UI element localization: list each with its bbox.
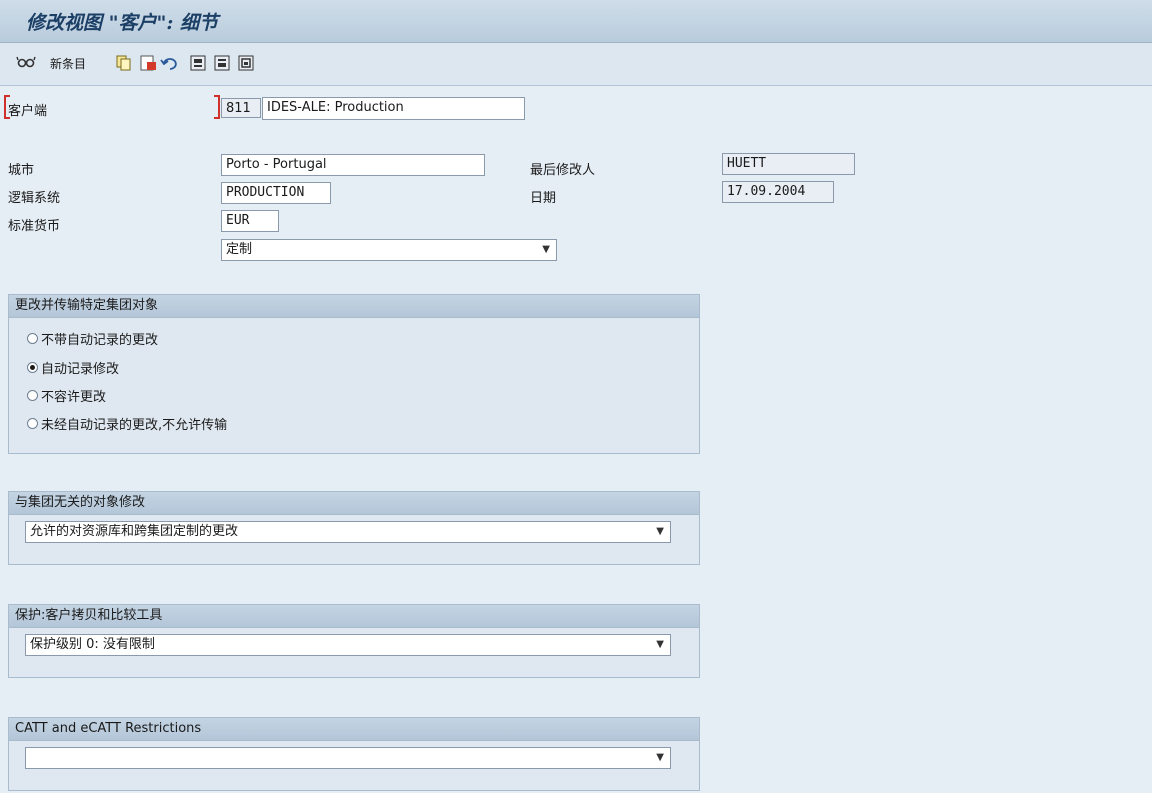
logical-system-label: 逻辑系统 xyxy=(8,191,61,206)
radio-label: 自动记录修改 xyxy=(41,362,120,377)
changes-transports-group: 更改并传输特定集团对象 不带自动记录的更改 自动记录修改 不容许更改 未经自动记… xyxy=(8,294,700,454)
date-label: 日期 xyxy=(530,191,557,206)
cross-client-select[interactable]: 允许的对资源库和跨集团定制的更改 ▼ xyxy=(25,521,671,543)
cross-client-group: 与集团无关的对象修改 允许的对资源库和跨集团定制的更改 ▼ xyxy=(8,491,700,565)
city-field[interactable]: Porto - Portugal xyxy=(221,154,485,176)
chevron-down-icon: ▼ xyxy=(656,526,664,537)
radio-label: 不容许更改 xyxy=(41,390,107,405)
currency-label: 标准货币 xyxy=(8,219,61,234)
radio-option-1[interactable]: 自动记录修改 xyxy=(27,358,119,377)
currency-field[interactable]: EUR xyxy=(221,210,279,232)
radio-button[interactable] xyxy=(27,333,38,344)
catt-select[interactable]: ▼ xyxy=(25,747,671,769)
chevron-down-icon: ▼ xyxy=(656,639,664,650)
protection-select[interactable]: 保护级别 0: 没有限制 ▼ xyxy=(25,634,671,656)
delete-icon[interactable] xyxy=(138,53,158,73)
logical-system-field[interactable]: PRODUCTION xyxy=(221,182,331,204)
protection-value: 保护级别 0: 没有限制 xyxy=(30,637,155,652)
edit-glasses-icon[interactable] xyxy=(16,53,36,73)
client-label: 客户端 xyxy=(8,104,48,119)
client-name-field[interactable]: IDES-ALE: Production xyxy=(262,97,525,120)
catt-group: CATT and eCATT Restrictions ▼ xyxy=(8,717,700,791)
radio-label: 未经自动记录的更改,不允许传输 xyxy=(41,418,228,433)
required-marker-right xyxy=(214,95,220,119)
last-changed-by-label: 最后修改人 xyxy=(530,163,596,178)
changes-transports-title: 更改并传输特定集团对象 xyxy=(9,295,699,318)
radio-button[interactable] xyxy=(27,418,38,429)
catt-title: CATT and eCATT Restrictions xyxy=(9,718,699,741)
radio-option-2[interactable]: 不容许更改 xyxy=(27,386,106,405)
first-page-icon[interactable] xyxy=(188,53,208,73)
client-role-select[interactable]: 定制 ▼ xyxy=(221,239,557,261)
radio-option-3[interactable]: 未经自动记录的更改,不允许传输 xyxy=(27,414,227,433)
prev-page-icon[interactable] xyxy=(212,53,232,73)
chevron-down-icon: ▼ xyxy=(656,752,664,763)
radio-button[interactable] xyxy=(27,390,38,401)
client-number-field[interactable]: 811 xyxy=(221,98,261,118)
last-changed-by-field: HUETT xyxy=(722,153,855,175)
date-field: 17.09.2004 xyxy=(722,181,834,203)
title-bar: 修改视图 "客户": 细节 xyxy=(0,0,1152,43)
chevron-down-icon: ▼ xyxy=(542,244,550,255)
radio-label: 不带自动记录的更改 xyxy=(41,333,159,348)
page-title: 修改视图 "客户": 细节 xyxy=(26,12,219,34)
protection-title: 保护:客户拷贝和比较工具 xyxy=(9,605,699,628)
protection-group: 保护:客户拷贝和比较工具 保护级别 0: 没有限制 ▼ xyxy=(8,604,700,678)
client-role-value: 定制 xyxy=(226,242,253,257)
undo-icon[interactable] xyxy=(160,53,180,73)
application-toolbar: 新条目 xyxy=(0,43,1152,86)
copy-icon[interactable] xyxy=(114,53,134,73)
city-label: 城市 xyxy=(8,163,35,178)
next-page-icon[interactable] xyxy=(236,53,256,73)
radio-button-selected[interactable] xyxy=(27,362,38,373)
cross-client-title: 与集团无关的对象修改 xyxy=(9,492,699,515)
new-entries-button[interactable]: 新条目 xyxy=(50,55,86,72)
radio-option-0[interactable]: 不带自动记录的更改 xyxy=(27,329,158,348)
cross-client-value: 允许的对资源库和跨集团定制的更改 xyxy=(30,524,239,539)
